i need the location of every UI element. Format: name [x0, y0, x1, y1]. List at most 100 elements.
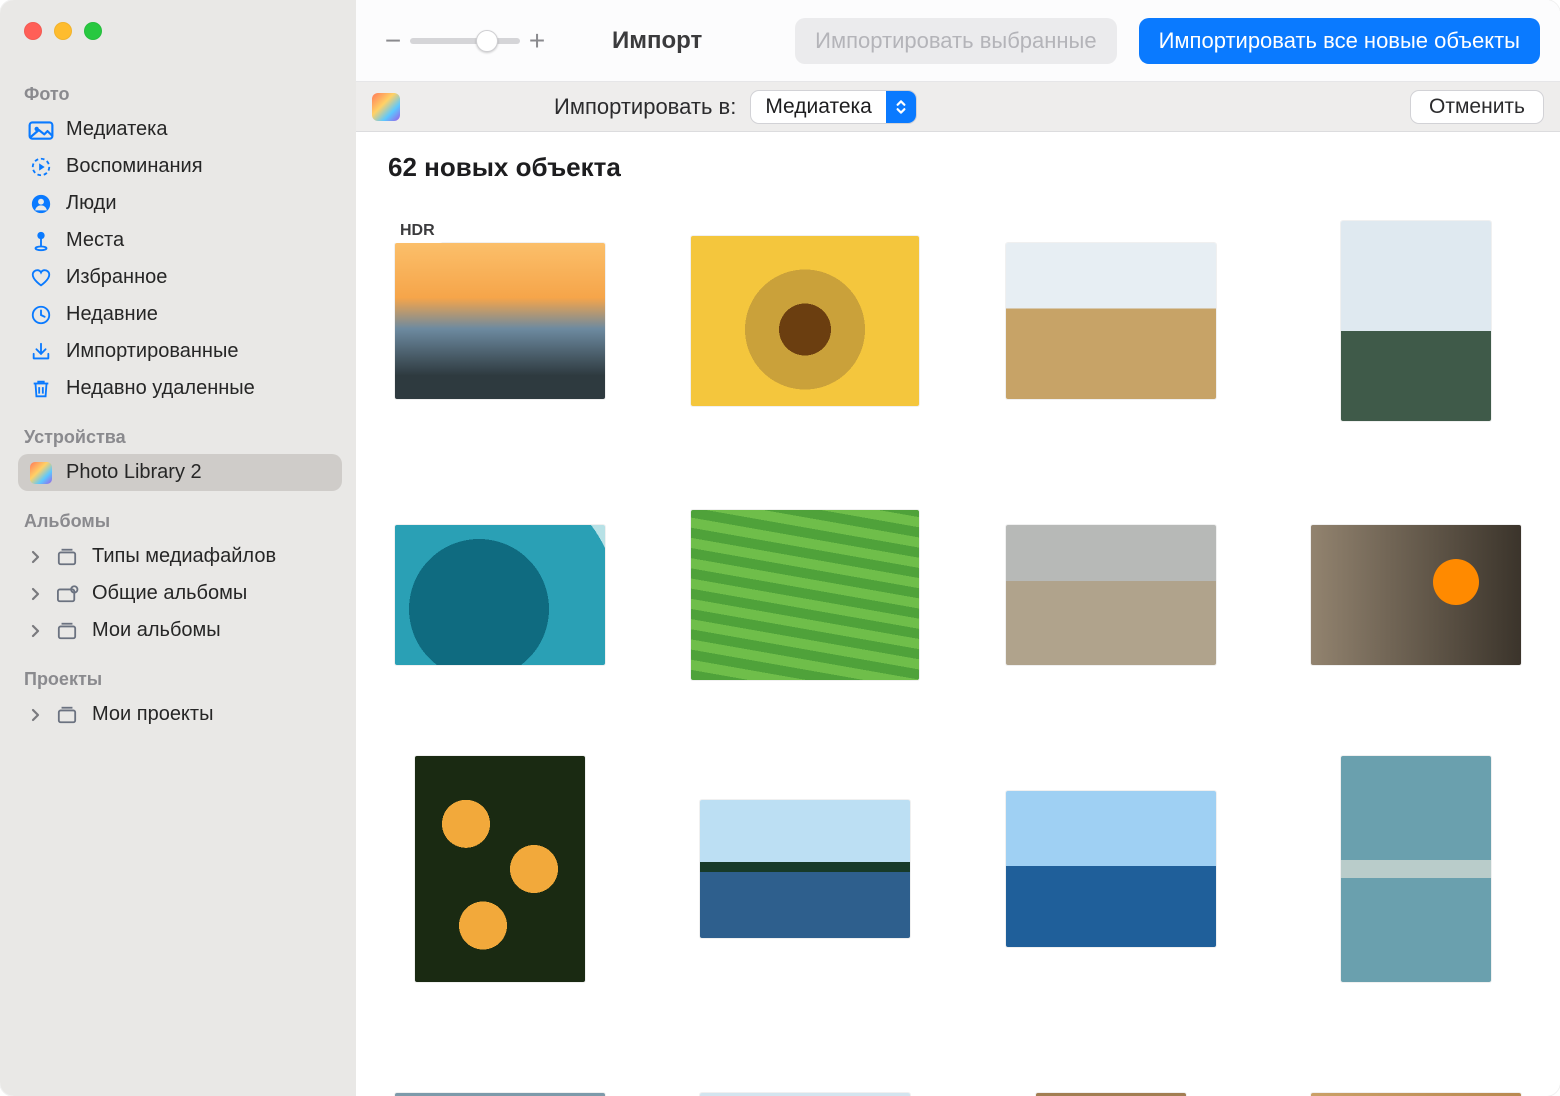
favorites-icon	[28, 267, 54, 289]
import-selected-button[interactable]: Импортировать выбранные	[795, 18, 1116, 64]
sidebar-item-my-albums[interactable]: Мои альбомы	[18, 612, 342, 649]
sidebar: Фото Медиатека Воспоминания Люди Места	[0, 0, 356, 1096]
chevron-right-icon	[28, 550, 42, 564]
main-area: − + Импорт Импортировать выбранные Импор…	[356, 0, 1560, 1096]
thumbnail-image	[415, 756, 585, 982]
import-destination-select[interactable]: Медиатека	[750, 90, 917, 124]
sidebar-section-projects: Проекты	[24, 669, 336, 690]
sidebar-item-label: Люди	[66, 192, 117, 215]
thumb-reflection[interactable]	[1299, 759, 1535, 979]
sidebar-item-library[interactable]: Медиатека	[18, 111, 342, 148]
thumb-kid-2[interactable]	[993, 1033, 1229, 1096]
sidebar-item-label: Медиатека	[66, 118, 167, 141]
thumbnail-image	[1341, 756, 1491, 982]
zoom-slider[interactable]	[410, 38, 520, 44]
album-stack-icon	[54, 546, 80, 568]
thumbnail-image	[1006, 243, 1216, 399]
memories-icon	[28, 156, 54, 178]
import-all-button[interactable]: Импортировать все новые объекты	[1139, 18, 1540, 64]
chevron-right-icon	[28, 587, 42, 601]
thumb-garage[interactable]	[1299, 485, 1535, 705]
sidebar-item-label: Мои проекты	[92, 703, 213, 726]
sidebar-item-label: Photo Library 2	[66, 461, 202, 484]
sidebar-item-label: Мои альбомы	[92, 619, 221, 642]
thumbnail-grid: HDR	[382, 211, 1534, 1096]
sidebar-item-device-photo-library-2[interactable]: Photo Library 2	[18, 454, 342, 491]
import-destination-value: Медиатека	[751, 91, 886, 123]
sidebar-item-label: Избранное	[66, 266, 167, 289]
thumbnail-image	[1341, 221, 1491, 421]
sidebar-item-recents[interactable]: Недавние	[18, 296, 342, 333]
fullscreen-window-button[interactable]	[84, 22, 102, 40]
shared-albums-icon	[54, 583, 80, 605]
thumb-sunflower[interactable]	[688, 211, 924, 431]
recents-icon	[28, 304, 54, 326]
photos-app-icon	[372, 93, 400, 121]
new-items-heading: 62 новых объекта	[388, 152, 1534, 183]
photo-library-icon	[28, 119, 54, 141]
app-window: Фото Медиатека Воспоминания Люди Места	[0, 0, 1560, 1096]
hdr-badge: HDR	[390, 219, 445, 243]
thumb-field[interactable]	[993, 211, 1229, 431]
toolbar: − + Импорт Импортировать выбранные Импор…	[356, 0, 1560, 82]
chevron-right-icon	[28, 624, 42, 638]
thumbnail-image	[1311, 525, 1521, 665]
zoom-in-button[interactable]: +	[526, 25, 548, 57]
sidebar-item-shared-albums[interactable]: Общие альбомы	[18, 575, 342, 612]
sidebar-item-label: Недавние	[66, 303, 158, 326]
thumbnail-image	[691, 510, 919, 680]
sidebar-item-people[interactable]: Люди	[18, 185, 342, 222]
content-area: 62 новых объекта HDR	[356, 132, 1560, 1096]
thumb-sea[interactable]	[993, 759, 1229, 979]
sidebar-item-imported[interactable]: Импортированные	[18, 333, 342, 370]
sidebar-item-media-types[interactable]: Типы медиафайлов	[18, 538, 342, 575]
import-subbar: Импортировать в: Медиатека Отменить	[356, 82, 1560, 132]
sidebar-item-label: Общие альбомы	[92, 582, 247, 605]
sidebar-item-label: Типы медиафайлов	[92, 545, 276, 568]
sidebar-section-photos: Фото	[24, 84, 336, 105]
sidebar-item-places[interactable]: Места	[18, 222, 342, 259]
sidebar-item-label: Недавно удаленные	[66, 377, 255, 400]
sidebar-item-label: Воспоминания	[66, 155, 203, 178]
video-icon	[1007, 495, 1037, 517]
sidebar-section-devices: Устройства	[24, 427, 336, 448]
thumb-lake[interactable]	[688, 759, 924, 979]
trash-icon	[28, 378, 54, 400]
window-controls	[24, 22, 342, 40]
minimize-window-button[interactable]	[54, 22, 72, 40]
thumb-flowers[interactable]	[382, 759, 618, 979]
thumbnail-image	[700, 800, 910, 938]
zoom-slider-thumb[interactable]	[476, 30, 498, 52]
zoom-out-button[interactable]: −	[382, 25, 404, 57]
sidebar-item-recently-deleted[interactable]: Недавно удаленные	[18, 370, 342, 407]
chevron-right-icon	[28, 708, 42, 722]
thumbnail-image	[691, 236, 919, 406]
thumbnail-image	[1006, 525, 1216, 665]
thumb-mountain[interactable]	[1299, 211, 1535, 431]
zoom-control: − +	[382, 25, 548, 57]
sidebar-item-favorites[interactable]: Избранное	[18, 259, 342, 296]
album-stack-icon	[54, 620, 80, 642]
thumb-smoke[interactable]	[382, 485, 618, 705]
places-icon	[28, 230, 54, 252]
album-stack-icon	[54, 704, 80, 726]
close-window-button[interactable]	[24, 22, 42, 40]
thumb-rice-field[interactable]	[688, 485, 924, 705]
sidebar-section-albums: Альбомы	[24, 511, 336, 532]
thumbnail-image	[1006, 791, 1216, 947]
sidebar-item-label: Импортированные	[66, 340, 238, 363]
imported-icon	[28, 341, 54, 363]
thumb-kid-1[interactable]	[382, 1033, 618, 1096]
page-title: Импорт	[612, 27, 702, 55]
thumb-cityscape[interactable]	[993, 485, 1229, 705]
select-caret-icon	[886, 91, 916, 123]
sidebar-item-my-projects[interactable]: Мои проекты	[18, 696, 342, 733]
photos-app-icon	[28, 462, 54, 484]
thumb-tree[interactable]	[688, 1033, 924, 1096]
sidebar-item-memories[interactable]: Воспоминания	[18, 148, 342, 185]
thumb-kid-3[interactable]	[1299, 1033, 1535, 1096]
import-to-label: Импортировать в:	[554, 94, 736, 120]
thumb-sunset[interactable]: HDR	[382, 211, 618, 431]
cancel-button[interactable]: Отменить	[1410, 90, 1544, 124]
sidebar-item-label: Места	[66, 229, 124, 252]
